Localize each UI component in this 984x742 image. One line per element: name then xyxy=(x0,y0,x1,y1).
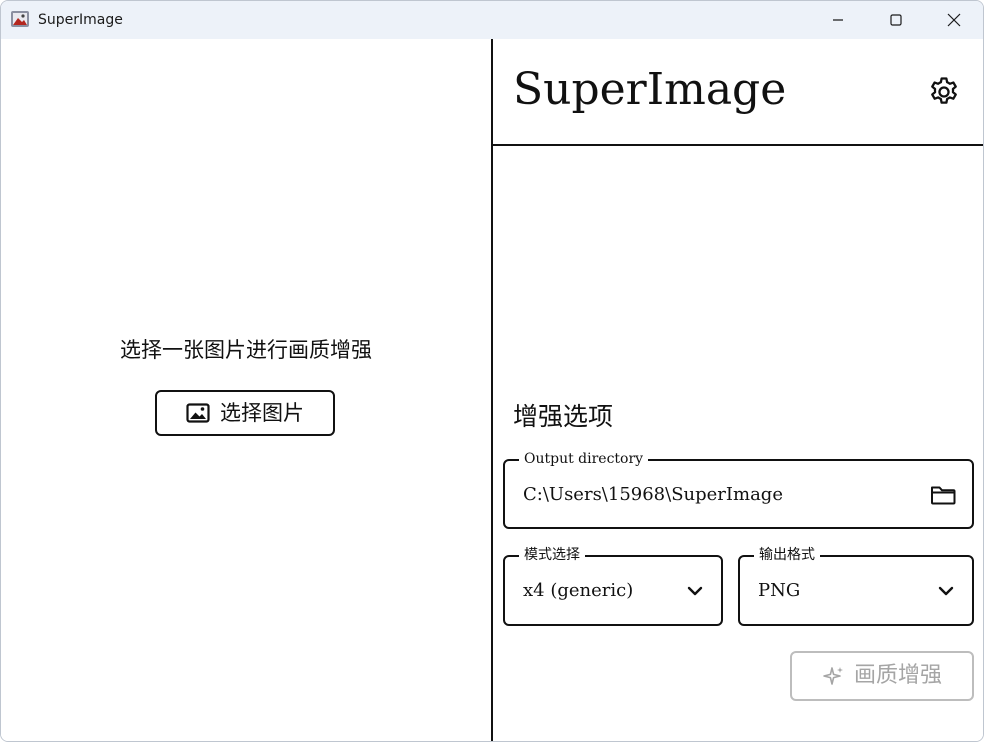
chevron-down-icon xyxy=(687,586,703,596)
maximize-icon xyxy=(890,14,902,26)
folder-icon[interactable] xyxy=(929,481,957,509)
format-select-value: PNG xyxy=(758,580,801,601)
mode-select-value: x4 (generic) xyxy=(523,580,634,601)
output-directory-value: C:\Users\15968\SuperImage xyxy=(523,484,783,505)
enhance-button[interactable]: 画质增强 xyxy=(790,651,974,701)
chevron-down-icon xyxy=(938,586,954,596)
select-image-button-label: 选择图片 xyxy=(220,401,304,425)
app-logo-icon xyxy=(11,11,29,27)
close-icon xyxy=(947,13,961,27)
section-title: 增强选项 xyxy=(513,402,614,431)
image-pane: 选择一张图片进行画质增强 选择图片 xyxy=(1,39,491,741)
maximize-button[interactable] xyxy=(867,1,925,39)
close-button[interactable] xyxy=(925,1,983,39)
mode-select-label: 模式选择 xyxy=(519,546,585,564)
minimize-icon xyxy=(833,19,843,21)
title-bar[interactable]: SuperImage xyxy=(1,1,983,39)
app-window: SuperImage 选择一张图片进行画质增强 选择图片 SuperImage … xyxy=(0,0,984,742)
format-select[interactable]: 输出格式 PNG xyxy=(738,546,974,626)
options-pane: SuperImage 增强选项 Output directory C:\User… xyxy=(493,39,983,741)
sparkle-icon xyxy=(823,667,843,685)
select-image-button[interactable]: 选择图片 xyxy=(155,390,335,436)
output-directory-field[interactable]: Output directory C:\Users\15968\SuperIma… xyxy=(503,450,974,529)
select-image-prompt: 选择一张图片进行画质增强 xyxy=(120,338,372,362)
enhance-button-label: 画质增强 xyxy=(853,663,942,688)
output-directory-label: Output directory xyxy=(519,450,649,468)
mode-select[interactable]: 模式选择 x4 (generic) xyxy=(503,546,723,626)
window-title: SuperImage xyxy=(38,12,123,28)
image-icon xyxy=(186,403,210,423)
format-select-label: 输出格式 xyxy=(754,546,820,564)
minimize-button[interactable] xyxy=(809,1,867,39)
gear-icon[interactable] xyxy=(927,75,961,109)
header-divider xyxy=(493,144,983,146)
app-title: SuperImage xyxy=(513,64,787,115)
